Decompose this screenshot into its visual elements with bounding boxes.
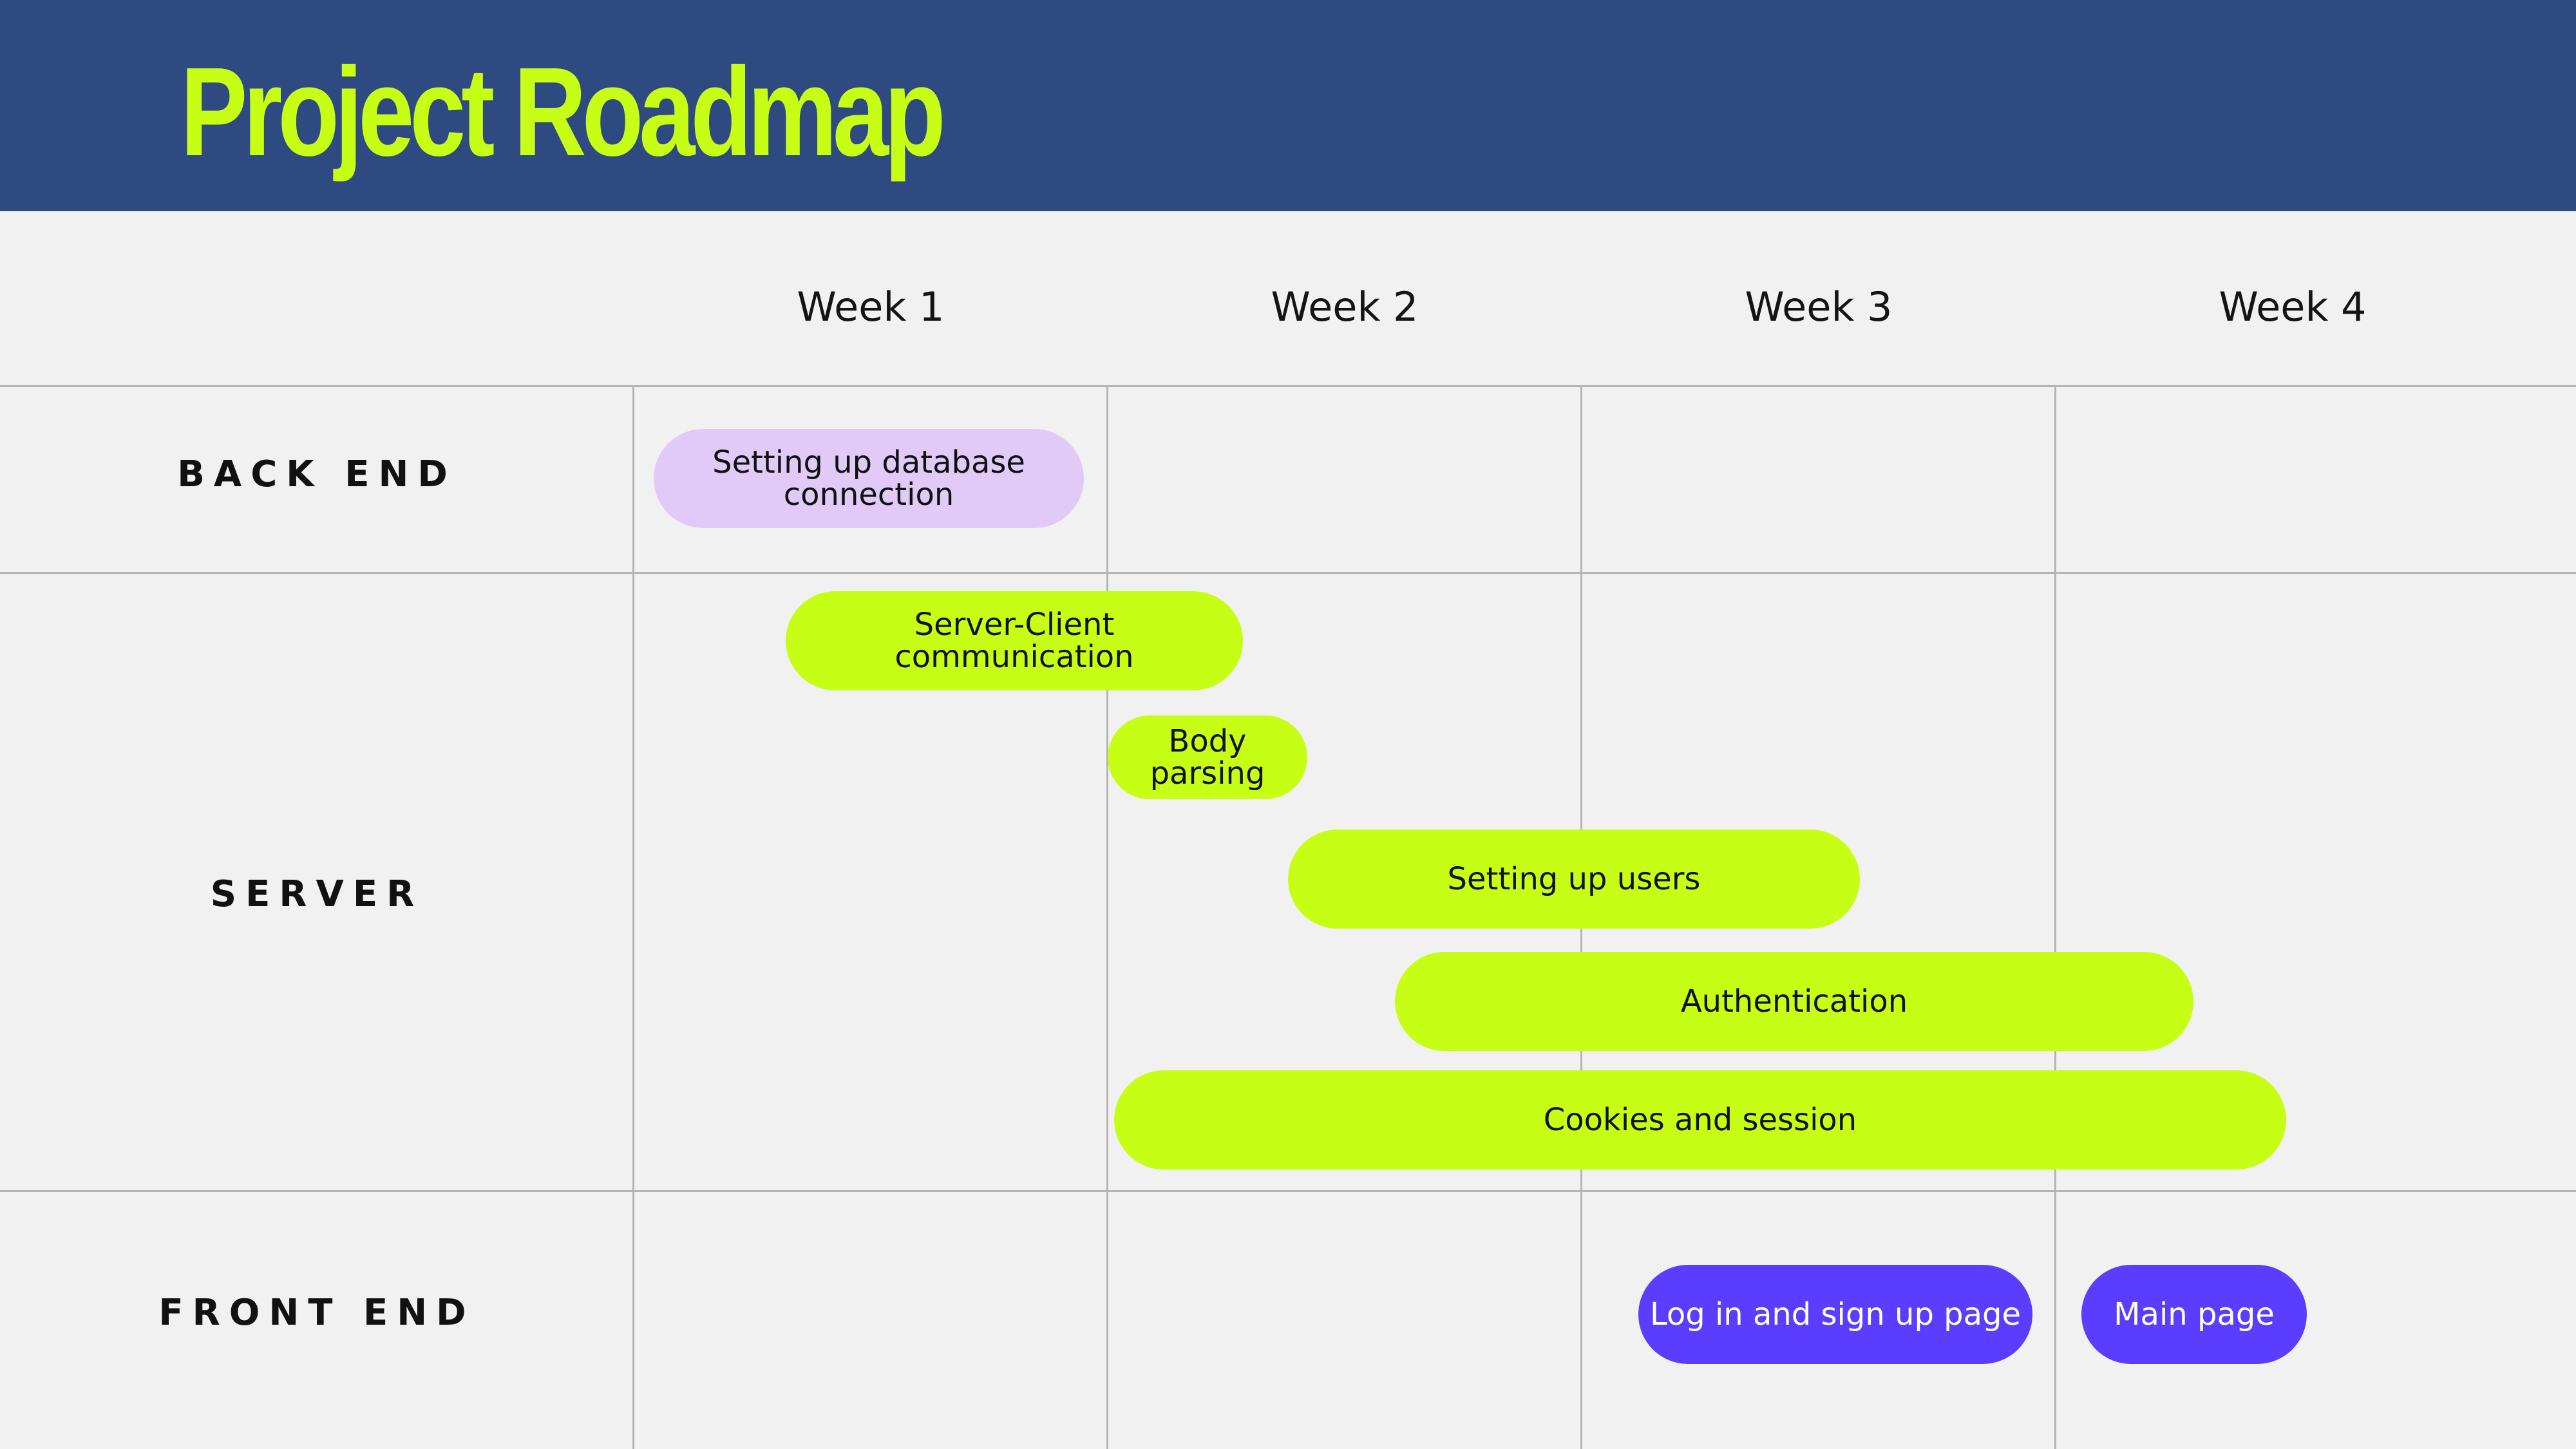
grid-line-week-4 <box>2054 385 2056 1449</box>
task-main-page[interactable]: Main page <box>2081 1265 2307 1364</box>
task-login-signup[interactable]: Log in and sign up page <box>1638 1265 2032 1364</box>
task-server-client[interactable]: Server-Client communication <box>786 591 1243 690</box>
category-server: SERVER <box>210 873 424 915</box>
grid-line-week-2 <box>1106 385 1108 1449</box>
grid-line-server <box>0 1190 2576 1192</box>
grid-line-backend <box>0 572 2576 574</box>
week-3-header: Week 3 <box>1745 283 1893 330</box>
grid-line-week-1 <box>632 385 634 1449</box>
task-db-connection[interactable]: Setting up database connection <box>654 429 1084 528</box>
task-cookies-session[interactable]: Cookies and session <box>1114 1070 2286 1170</box>
task-setting-up-users[interactable]: Setting up users <box>1288 829 1860 929</box>
week-1-header: Week 1 <box>797 283 945 330</box>
week-2-header: Week 2 <box>1271 283 1419 330</box>
header-banner: Project Roadmap <box>0 0 2576 211</box>
grid-line-header <box>0 385 2576 387</box>
task-body-parsing[interactable]: Body parsing <box>1108 715 1307 799</box>
category-front-end: FRONT END <box>158 1292 475 1334</box>
task-authentication[interactable]: Authentication <box>1395 952 2193 1051</box>
page-title: Project Roadmap <box>180 41 946 182</box>
week-4-header: Week 4 <box>2219 283 2367 330</box>
category-back-end: BACK END <box>177 453 457 495</box>
